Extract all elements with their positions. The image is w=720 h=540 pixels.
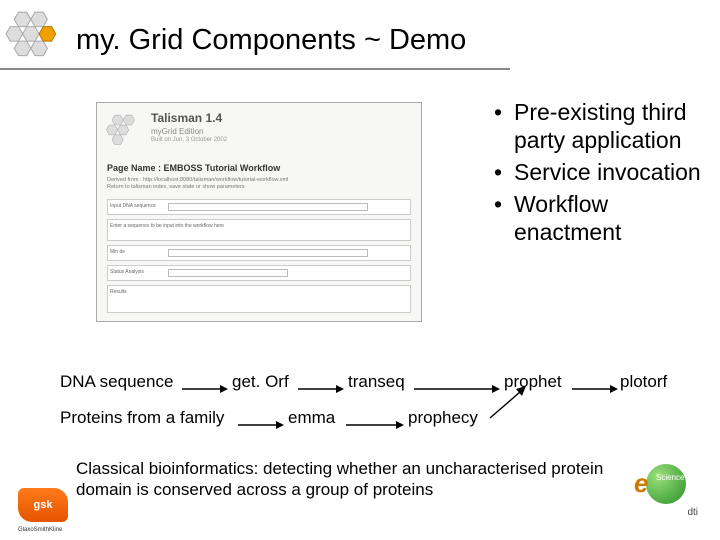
form-row: Status Analysis bbox=[107, 265, 411, 281]
bullet-item: Pre-existing third party application bbox=[492, 98, 702, 154]
escience-logo: e Science dti bbox=[634, 464, 698, 514]
arrow-diagonal-icon bbox=[488, 386, 528, 387]
field-hint: Enter a sequence to be input into the wo… bbox=[108, 220, 226, 232]
form-row: Results bbox=[107, 285, 411, 313]
field-label: Status Analysis bbox=[108, 266, 168, 278]
page-title: my. Grid Components ~ Demo bbox=[76, 24, 466, 57]
hex-cluster-icon bbox=[4, 6, 66, 68]
description-text: Classical bioinformatics: detecting whet… bbox=[76, 458, 610, 501]
text-input[interactable] bbox=[168, 249, 368, 257]
flow-node: prophecy bbox=[408, 408, 478, 428]
arrow-right-icon bbox=[182, 382, 226, 383]
app-page-name: Page Name : EMBOSS Tutorial Workflow bbox=[107, 163, 280, 173]
form-row: Enter a sequence to be input into the wo… bbox=[107, 219, 411, 241]
text-input[interactable] bbox=[168, 269, 288, 277]
app-meta-links: Return to talisman index, save state or … bbox=[107, 184, 288, 191]
text-input[interactable] bbox=[168, 203, 368, 211]
flow-node: Proteins from a family bbox=[60, 408, 224, 428]
arrow-right-icon bbox=[298, 382, 342, 383]
arrow-right-icon bbox=[238, 418, 282, 419]
field-label: Min de bbox=[108, 246, 168, 258]
flow-node: transeq bbox=[348, 372, 405, 392]
field-label: Results bbox=[108, 286, 168, 298]
flow-node: DNA sequence bbox=[60, 372, 173, 392]
hex-cluster-icon bbox=[105, 111, 147, 153]
bullet-list: Pre-existing third party application Ser… bbox=[492, 98, 702, 250]
arrow-right-icon bbox=[572, 382, 616, 383]
form-row: Input DNA sequence bbox=[107, 199, 411, 215]
flow-node: emma bbox=[288, 408, 335, 428]
gsk-logo-subtext: GlaxoSmithKline bbox=[18, 527, 62, 533]
app-subbrand: myGrid Edition bbox=[151, 127, 203, 136]
dti-text: dti bbox=[687, 507, 698, 518]
embedded-app-screenshot: Talisman 1.4 myGrid Edition Built on Jun… bbox=[96, 102, 422, 322]
bullet-item: Service invocation bbox=[492, 158, 702, 186]
gsk-logo: gsk GlaxoSmithKline bbox=[18, 488, 68, 522]
app-meta: Derived from : http://localhost:8080/tal… bbox=[107, 177, 288, 191]
escience-e: e bbox=[634, 468, 648, 499]
form-row: Min de bbox=[107, 245, 411, 261]
flow-node: plotorf bbox=[620, 372, 667, 392]
arrow-right-icon bbox=[414, 382, 498, 383]
flow-node: get. Orf bbox=[232, 372, 289, 392]
app-brand: Talisman 1.4 bbox=[151, 111, 222, 125]
bullet-item: Workflow enactment bbox=[492, 190, 702, 246]
app-builddate: Built on Jun, 3 October 2002 bbox=[151, 137, 227, 143]
escience-text: Science bbox=[656, 474, 684, 483]
app-meta-source: Derived from : http://localhost:8080/tal… bbox=[107, 177, 288, 184]
gsk-logo-text: gsk bbox=[34, 499, 53, 511]
title-underline bbox=[0, 68, 510, 70]
field-label: Input DNA sequence bbox=[108, 200, 168, 212]
arrow-right-icon bbox=[346, 418, 402, 419]
globe-icon bbox=[646, 464, 686, 504]
